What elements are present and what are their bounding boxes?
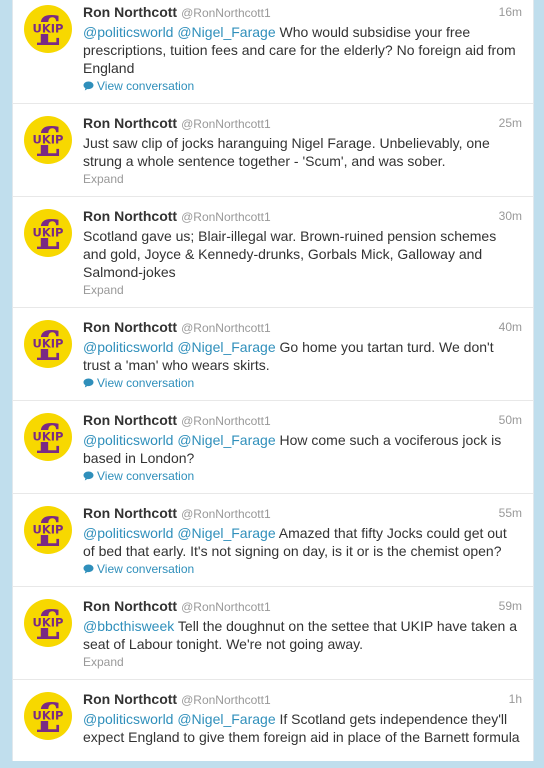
tweet-text: @politicsworld @Nigel_Farage How come su… — [83, 431, 521, 467]
tweet-header: Ron Northcott @RonNorthcott1 — [83, 690, 521, 709]
author-handle[interactable]: @RonNorthcott1 — [181, 321, 271, 335]
tweet[interactable]: £ UKIP Ron Northcott @RonNorthcott1 50m @… — [13, 401, 533, 494]
tweet-header: Ron Northcott @RonNorthcott1 — [83, 504, 521, 523]
tweet-header: Ron Northcott @RonNorthcott1 — [83, 207, 521, 226]
author-name[interactable]: Ron Northcott — [83, 115, 177, 131]
mention-links[interactable]: @politicsworld @Nigel_Farage — [83, 711, 276, 727]
view-conversation-label: View conversation — [97, 376, 195, 390]
ukip-logo-avatar[interactable]: £ UKIP — [24, 413, 72, 461]
tweet-header: Ron Northcott @RonNorthcott1 — [83, 3, 521, 22]
svg-text:UKIP: UKIP — [33, 133, 64, 147]
svg-text:UKIP: UKIP — [33, 523, 64, 537]
author-name[interactable]: Ron Northcott — [83, 691, 177, 707]
view-conversation-link[interactable]: View conversation — [83, 375, 521, 392]
author-handle[interactable]: @RonNorthcott1 — [181, 6, 271, 20]
mention-links[interactable]: @bbcthisweek — [83, 618, 174, 634]
tweet[interactable]: £ UKIP Ron Northcott @RonNorthcott1 16m @… — [13, 0, 533, 104]
tweet-header: Ron Northcott @RonNorthcott1 — [83, 411, 521, 430]
view-conversation-label: View conversation — [97, 469, 195, 483]
tweet[interactable]: £ UKIP Ron Northcott @RonNorthcott1 30m S… — [13, 197, 533, 308]
tweet-text: @politicsworld @Nigel_Farage Who would s… — [83, 23, 521, 77]
tweet-body: Just saw clip of jocks haranguing Nigel … — [83, 135, 490, 169]
author-handle[interactable]: @RonNorthcott1 — [181, 414, 271, 428]
tweet-timestamp[interactable]: 30m — [499, 207, 522, 226]
view-conversation-label: View conversation — [97, 79, 195, 93]
author-handle[interactable]: @RonNorthcott1 — [181, 693, 271, 707]
ukip-logo-avatar[interactable]: £ UKIP — [24, 692, 72, 740]
author-handle[interactable]: @RonNorthcott1 — [181, 507, 271, 521]
ukip-logo-avatar[interactable]: £ UKIP — [24, 506, 72, 554]
mention-links[interactable]: @politicsworld @Nigel_Farage — [83, 432, 276, 448]
tweet-timestamp[interactable]: 16m — [499, 3, 522, 22]
tweet[interactable]: £ UKIP Ron Northcott @RonNorthcott1 25m J… — [13, 104, 533, 197]
mention-links[interactable]: @politicsworld @Nigel_Farage — [83, 339, 276, 355]
tweet-header: Ron Northcott @RonNorthcott1 — [83, 318, 521, 337]
view-conversation-link[interactable]: View conversation — [83, 468, 521, 485]
svg-text:UKIP: UKIP — [33, 226, 64, 240]
expand-link[interactable]: Expand — [83, 654, 521, 671]
tweet-timestamp[interactable]: 25m — [499, 114, 522, 133]
author-name[interactable]: Ron Northcott — [83, 505, 177, 521]
speech-bubble-icon — [83, 564, 94, 574]
tweet-text: Scotland gave us; Blair-illegal war. Bro… — [83, 227, 521, 281]
speech-bubble-icon — [83, 81, 94, 91]
author-name[interactable]: Ron Northcott — [83, 412, 177, 428]
svg-text:UKIP: UKIP — [33, 337, 64, 351]
tweet-timestamp[interactable]: 50m — [499, 411, 522, 430]
svg-text:UKIP: UKIP — [33, 709, 64, 723]
author-name[interactable]: Ron Northcott — [83, 319, 177, 335]
svg-text:UKIP: UKIP — [33, 22, 64, 36]
tweet-text: @politicsworld @Nigel_Farage Amazed that… — [83, 524, 521, 560]
ukip-logo-avatar[interactable]: £ UKIP — [24, 320, 72, 368]
tweet-text: @politicsworld @Nigel_Farage If Scotland… — [83, 710, 521, 746]
speech-bubble-icon — [83, 378, 94, 388]
expand-link[interactable]: Expand — [83, 171, 521, 188]
view-conversation-link[interactable]: View conversation — [83, 561, 521, 578]
author-name[interactable]: Ron Northcott — [83, 208, 177, 224]
author-handle[interactable]: @RonNorthcott1 — [181, 600, 271, 614]
svg-text:UKIP: UKIP — [33, 616, 64, 630]
view-conversation-link[interactable]: View conversation — [83, 78, 521, 95]
mention-links[interactable]: @politicsworld @Nigel_Farage — [83, 525, 276, 541]
mention-links[interactable]: @politicsworld @Nigel_Farage — [83, 24, 276, 40]
tweet-timestamp[interactable]: 1h — [509, 690, 522, 709]
tweet[interactable]: £ UKIP Ron Northcott @RonNorthcott1 40m @… — [13, 308, 533, 401]
ukip-logo-avatar[interactable]: £ UKIP — [24, 116, 72, 164]
tweet-list: £ UKIP Ron Northcott @RonNorthcott1 16m @… — [13, 0, 533, 761]
tweet-stream: £ UKIP Ron Northcott @RonNorthcott1 16m @… — [12, 0, 534, 761]
author-handle[interactable]: @RonNorthcott1 — [181, 210, 271, 224]
tweet[interactable]: £ UKIP Ron Northcott @RonNorthcott1 55m @… — [13, 494, 533, 587]
tweet-text: @politicsworld @Nigel_Farage Go home you… — [83, 338, 521, 374]
ukip-logo-avatar[interactable]: £ UKIP — [24, 5, 72, 53]
author-name[interactable]: Ron Northcott — [83, 4, 177, 20]
view-conversation-label: View conversation — [97, 562, 195, 576]
svg-text:UKIP: UKIP — [33, 430, 64, 444]
tweet-body: Scotland gave us; Blair-illegal war. Bro… — [83, 228, 497, 280]
expand-link[interactable]: Expand — [83, 282, 521, 299]
author-handle[interactable]: @RonNorthcott1 — [181, 117, 271, 131]
tweet-timestamp[interactable]: 55m — [499, 504, 522, 523]
tweet-text: Just saw clip of jocks haranguing Nigel … — [83, 134, 521, 170]
tweet[interactable]: £ UKIP Ron Northcott @RonNorthcott1 1h @p… — [13, 680, 533, 761]
ukip-logo-avatar[interactable]: £ UKIP — [24, 599, 72, 647]
tweet-text: @bbcthisweek Tell the doughnut on the se… — [83, 617, 521, 653]
tweet-timestamp[interactable]: 59m — [499, 597, 522, 616]
tweet-timestamp[interactable]: 40m — [499, 318, 522, 337]
speech-bubble-icon — [83, 471, 94, 481]
tweet[interactable]: £ UKIP Ron Northcott @RonNorthcott1 59m @… — [13, 587, 533, 680]
ukip-logo-avatar[interactable]: £ UKIP — [24, 209, 72, 257]
tweet-header: Ron Northcott @RonNorthcott1 — [83, 114, 521, 133]
tweet-header: Ron Northcott @RonNorthcott1 — [83, 597, 521, 616]
author-name[interactable]: Ron Northcott — [83, 598, 177, 614]
